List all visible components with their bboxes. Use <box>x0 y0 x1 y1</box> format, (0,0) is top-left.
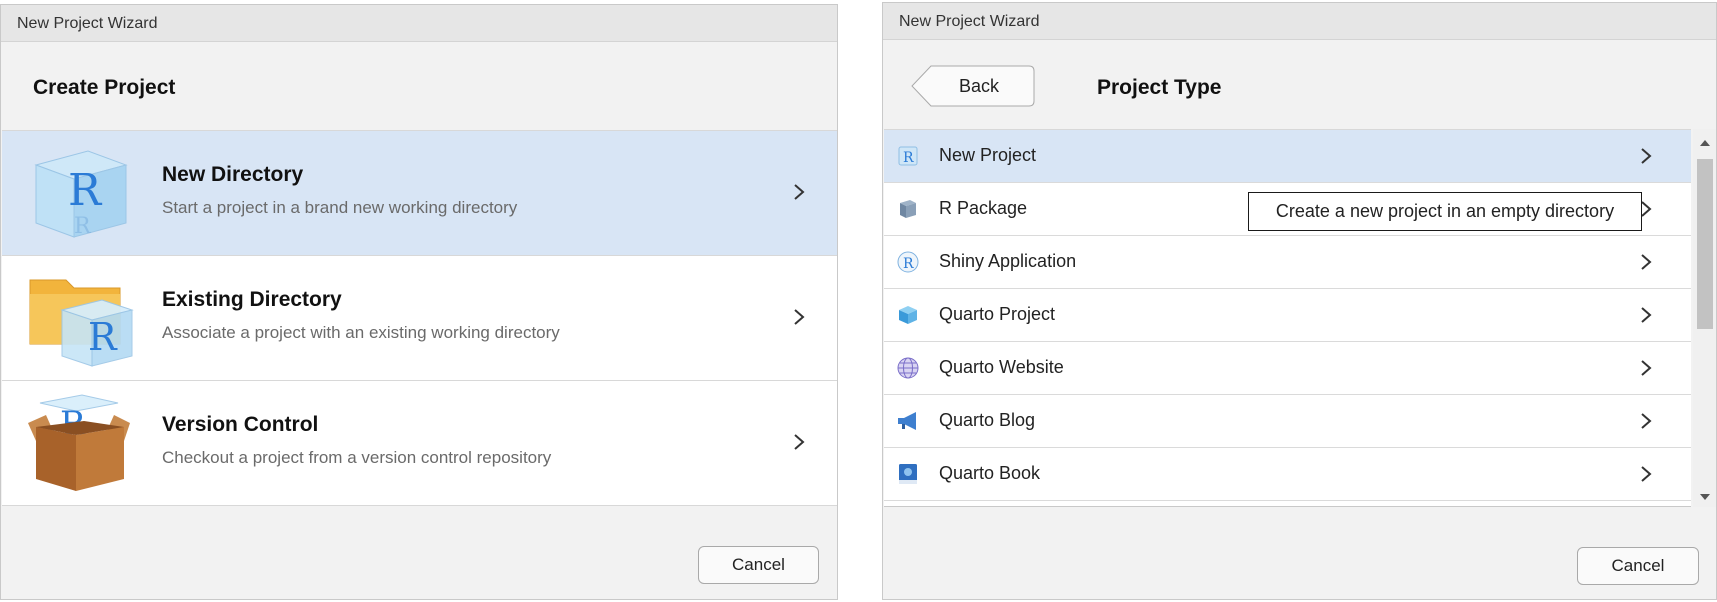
list-item-quarto-project[interactable]: Quarto Project <box>884 289 1691 342</box>
chevron-right-icon <box>790 308 808 326</box>
book-icon <box>896 462 920 486</box>
list-item-label: New Project <box>939 145 1037 165</box>
chevron-right-icon <box>1637 412 1655 430</box>
box-r-icon: R <box>26 393 136 493</box>
list-scrollbar[interactable] <box>1693 129 1716 507</box>
megaphone-icon <box>896 409 920 433</box>
chevron-right-icon <box>790 183 808 201</box>
option-subtitle: Associate a project with an existing wor… <box>162 323 560 342</box>
project-type-dialog: New Project Wizard Back Project Type R N… <box>882 2 1717 600</box>
project-type-list: R New Project R Package R Shiny Applicat… <box>884 129 1691 507</box>
scroll-up-icon[interactable] <box>1698 135 1712 146</box>
list-item-label: Quarto Book <box>939 463 1041 483</box>
list-item-label: Shiny Application <box>939 251 1077 271</box>
option-existing-directory[interactable]: R Existing Directory Associate a project… <box>2 256 837 381</box>
package-icon <box>896 197 920 221</box>
list-item-label: R Package <box>939 198 1028 218</box>
tooltip: Create a new project in an empty directo… <box>1248 192 1642 231</box>
list-item-quarto-book[interactable]: Quarto Book <box>884 448 1691 501</box>
option-title: Version Control <box>162 413 319 436</box>
option-version-control[interactable]: R Version Control Checkout a project fro… <box>2 381 837 506</box>
chevron-right-icon <box>1637 359 1655 377</box>
list-item-quarto-website[interactable]: Quarto Website <box>884 342 1691 395</box>
window-title: New Project Wizard <box>1 5 837 42</box>
option-title: Existing Directory <box>162 288 342 311</box>
option-title: New Directory <box>162 163 304 186</box>
cancel-button[interactable]: Cancel <box>1577 547 1699 585</box>
option-subtitle: Start a project in a brand new working d… <box>162 198 518 217</box>
chevron-right-icon <box>1637 465 1655 483</box>
quarto-project-icon <box>896 303 920 327</box>
shiny-icon: R <box>896 250 920 274</box>
back-button[interactable]: Back <box>911 65 1035 107</box>
create-project-dialog: New Project Wizard Create Project R R Ne… <box>0 4 838 600</box>
list-item-quarto-blog[interactable]: Quarto Blog <box>884 395 1691 448</box>
r-project-icon: R <box>896 144 920 168</box>
list-item-label: Quarto Blog <box>939 410 1036 430</box>
list-item-label: Quarto Project <box>939 304 1056 324</box>
scroll-down-icon[interactable] <box>1698 489 1712 500</box>
svg-text:R: R <box>68 165 103 216</box>
window-title: New Project Wizard <box>883 3 1716 40</box>
svg-text:R: R <box>88 315 118 359</box>
svg-text:R: R <box>903 256 914 272</box>
chevron-right-icon <box>1637 147 1655 165</box>
cancel-button[interactable]: Cancel <box>698 546 819 584</box>
project-options-list: R R New Directory Start a project in a b… <box>2 130 837 506</box>
chevron-right-icon <box>790 433 808 451</box>
list-item-label: Quarto Website <box>939 357 1064 377</box>
option-subtitle: Checkout a project from a version contro… <box>162 448 552 467</box>
list-item-shiny-application[interactable]: R Shiny Application <box>884 236 1691 289</box>
scroll-thumb[interactable] <box>1697 159 1713 329</box>
page-title: Project Type <box>1097 76 1222 99</box>
folder-r-icon: R <box>26 268 136 368</box>
r-cube-icon: R R <box>26 143 136 243</box>
svg-text:R: R <box>74 214 92 239</box>
option-new-directory[interactable]: R R New Directory Start a project in a b… <box>2 131 837 256</box>
chevron-right-icon <box>1637 306 1655 324</box>
svg-text:R: R <box>903 150 914 166</box>
chevron-right-icon <box>1637 253 1655 271</box>
back-label: Back <box>958 76 1000 96</box>
globe-icon <box>896 356 920 380</box>
page-title: Create Project <box>33 76 176 99</box>
list-item-new-project[interactable]: R New Project <box>884 130 1691 183</box>
